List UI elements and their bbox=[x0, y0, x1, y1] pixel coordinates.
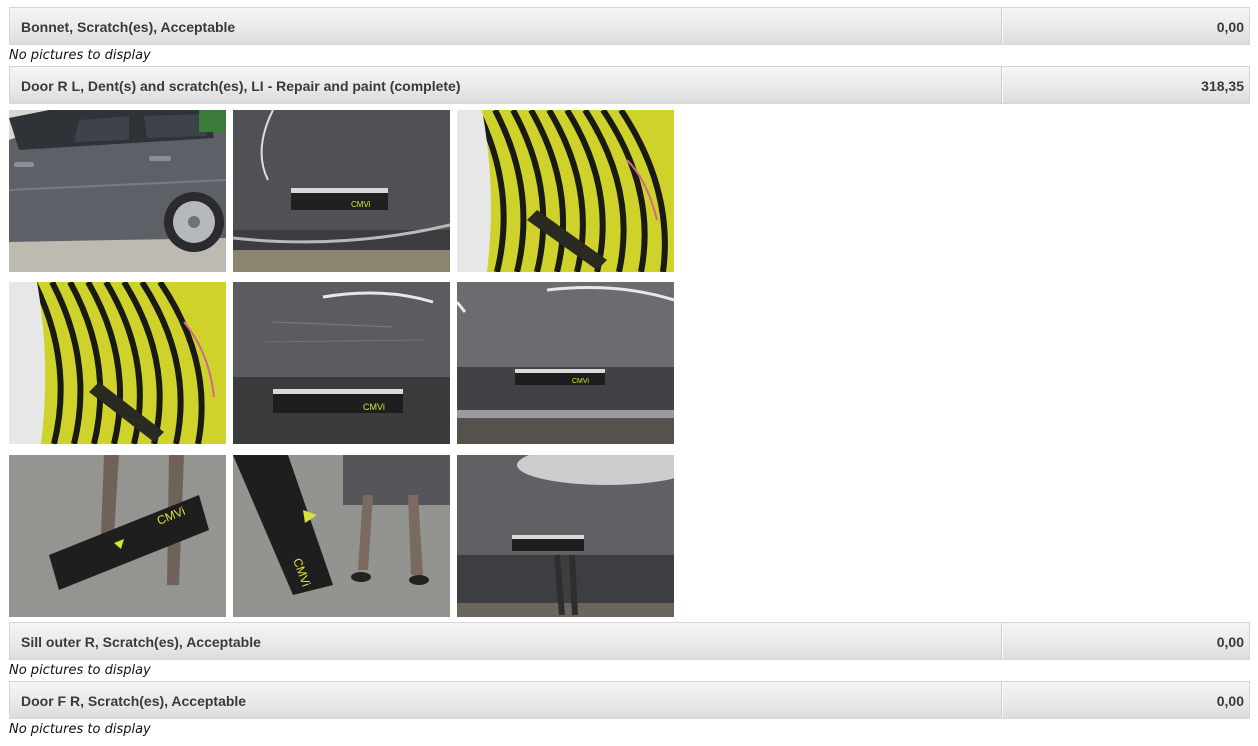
column-divider bbox=[1001, 67, 1002, 103]
svg-text:CMVi: CMVi bbox=[351, 200, 371, 209]
section-header-door-fr[interactable]: Door F R, Scratch(es), Acceptable 0,00 bbox=[9, 681, 1250, 719]
section-header-door-rl[interactable]: Door R L, Dent(s) and scratch(es), LI - … bbox=[9, 66, 1250, 104]
tilted-ruler-photo: CMVi bbox=[9, 455, 226, 617]
photo-thumbnail[interactable]: CMVi bbox=[457, 282, 674, 444]
section-title: Door R L, Dent(s) and scratch(es), LI - … bbox=[21, 78, 461, 94]
car-side-photo bbox=[9, 110, 226, 272]
door-dark-photo bbox=[457, 455, 674, 617]
section-header-sill-outer-r[interactable]: Sill outer R, Scratch(es), Acceptable 0,… bbox=[9, 622, 1250, 660]
door-lower-photo: CMVi bbox=[457, 282, 674, 444]
photo-gallery: CMVi CMVi CMVi CMVi CMVi bbox=[9, 110, 677, 618]
door-ruler-photo: CMVi bbox=[233, 110, 450, 272]
photo-thumbnail[interactable]: CMVi bbox=[9, 455, 226, 617]
stripe-reflection-photo bbox=[457, 110, 674, 272]
photo-thumbnail[interactable]: CMVi bbox=[233, 455, 450, 617]
photo-thumbnail[interactable] bbox=[9, 110, 226, 272]
door-scratch-photo: CMVi bbox=[233, 282, 450, 444]
section-amount: 0,00 bbox=[1216, 693, 1244, 709]
section-header-bonnet[interactable]: Bonnet, Scratch(es), Acceptable 0,00 bbox=[9, 7, 1250, 45]
section-amount: 0,00 bbox=[1216, 19, 1244, 35]
section-title: Sill outer R, Scratch(es), Acceptable bbox=[21, 634, 261, 650]
section-amount: 318,35 bbox=[1201, 78, 1244, 94]
section-title: Door F R, Scratch(es), Acceptable bbox=[21, 693, 247, 709]
no-pictures-message: No pictures to display bbox=[9, 722, 151, 737]
svg-text:CMVi: CMVi bbox=[363, 402, 385, 412]
column-divider bbox=[1001, 623, 1002, 659]
photo-thumbnail[interactable]: CMVi bbox=[233, 282, 450, 444]
column-divider bbox=[1001, 8, 1002, 44]
photo-thumbnail[interactable] bbox=[457, 455, 674, 617]
section-amount: 0,00 bbox=[1216, 634, 1244, 650]
stripe-reflection-photo bbox=[9, 282, 226, 444]
vertical-ruler-photo: CMVi bbox=[233, 455, 450, 617]
photo-thumbnail[interactable]: CMVi bbox=[233, 110, 450, 272]
photo-thumbnail[interactable] bbox=[9, 282, 226, 444]
no-pictures-message: No pictures to display bbox=[9, 663, 151, 678]
section-title: Bonnet, Scratch(es), Acceptable bbox=[21, 19, 236, 35]
svg-text:CMVi: CMVi bbox=[572, 378, 589, 385]
no-pictures-message: No pictures to display bbox=[9, 48, 151, 63]
column-divider bbox=[1001, 682, 1002, 718]
photo-thumbnail[interactable] bbox=[457, 110, 674, 272]
